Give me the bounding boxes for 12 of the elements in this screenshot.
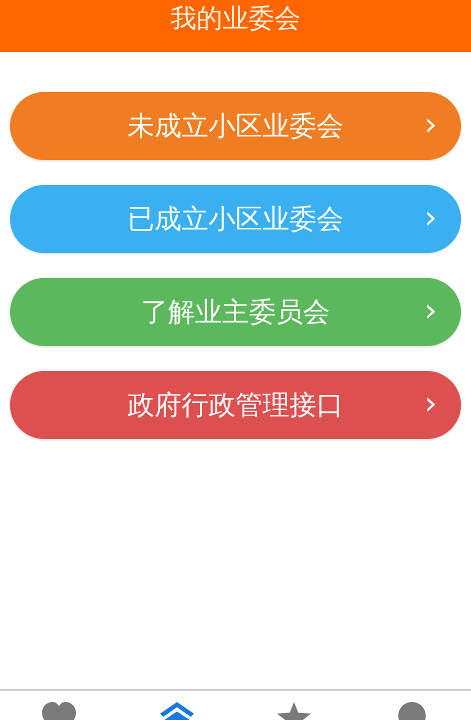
menu-button[interactable]: 未成立小区业委会 › bbox=[10, 92, 461, 160]
menu-button[interactable]: 了解业主委员会 › bbox=[10, 278, 461, 346]
chevron-icon: › bbox=[424, 291, 437, 330]
menu-button[interactable]: 政府行政管理接口 › bbox=[10, 371, 461, 439]
chevron-icon: › bbox=[424, 384, 437, 422]
chevron-icon: › bbox=[424, 198, 437, 236]
heart-icon[interactable] bbox=[42, 702, 76, 720]
menu-button[interactable]: 已成立小区业委会 › bbox=[10, 185, 461, 253]
home-icon[interactable] bbox=[160, 702, 194, 720]
star-icon[interactable] bbox=[277, 702, 312, 720]
chevron-icon: › bbox=[424, 105, 437, 144]
page-title: 我的业委会 bbox=[170, 3, 300, 36]
